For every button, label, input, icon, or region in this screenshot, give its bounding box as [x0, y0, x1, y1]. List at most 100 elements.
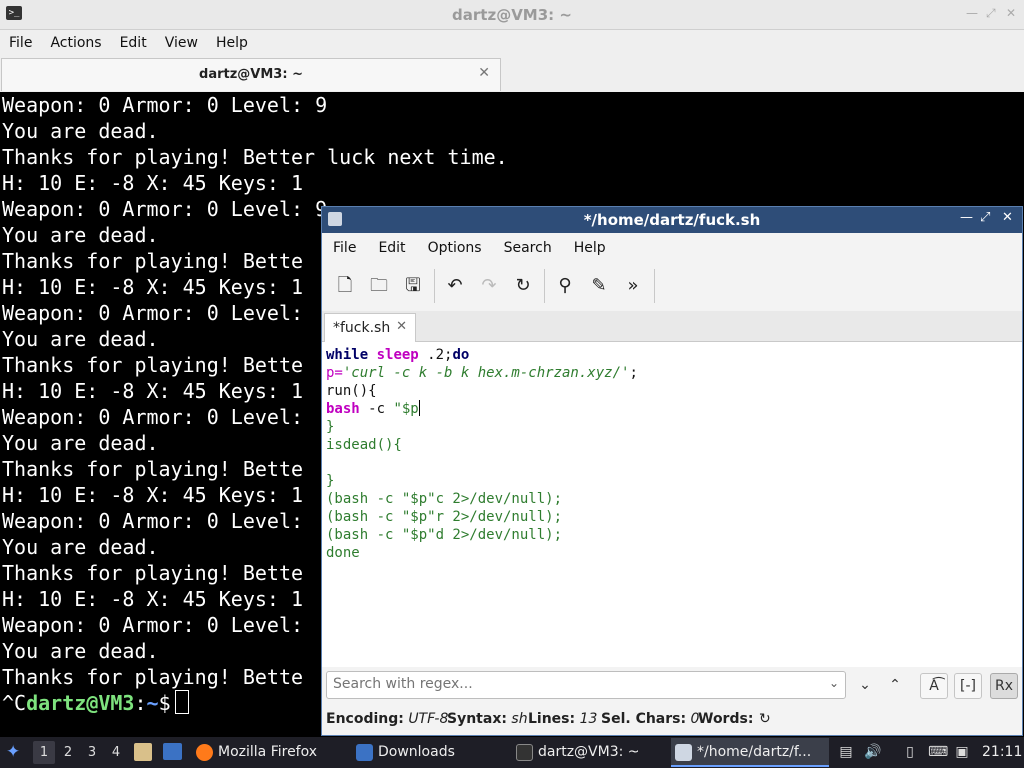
menu-file[interactable]: File — [0, 30, 41, 56]
code-line: } — [326, 473, 335, 489]
terminal-window-title: dartz@VM3: ~ — [452, 6, 572, 24]
menu-edit[interactable]: Edit — [111, 30, 156, 56]
clock[interactable]: 21:11 — [982, 737, 1022, 768]
editor-tab-label: *fuck.sh — [333, 320, 391, 336]
code-line: isdead(){ — [326, 437, 402, 453]
maximize-icon[interactable]: ⤢ — [986, 6, 996, 21]
search-icon[interactable]: ⚲ — [552, 273, 578, 299]
more-icon[interactable]: » — [620, 273, 646, 299]
editor-close-icon[interactable]: ✕ — [1002, 210, 1013, 225]
new-file-icon[interactable]: 🗋 — [332, 273, 358, 299]
terminal-line: You are dead. — [2, 223, 159, 247]
regex-icon[interactable]: Rx — [990, 673, 1018, 699]
terminal-icon — [516, 744, 533, 761]
whole-word-icon[interactable]: [-] — [954, 673, 982, 699]
find-previous-icon[interactable]: ⌃ — [882, 673, 908, 697]
statusbar: Encoding: UTF-8 Syntax: sh Lines: 13 Sel… — [322, 703, 1022, 735]
editor-menu-options[interactable]: Options — [417, 233, 493, 263]
menu-view[interactable]: View — [156, 30, 207, 56]
code-line: (bash -c "$p"r 2>/dev/null); — [326, 509, 563, 525]
reload-icon[interactable]: ↻ — [510, 273, 536, 299]
code-line: (bash -c "$p"d 2>/dev/null); — [326, 527, 563, 543]
undo-icon[interactable]: ↶ — [442, 273, 468, 299]
menu-actions[interactable]: Actions — [41, 30, 110, 56]
editor-tab[interactable]: *fuck.sh ✕ — [324, 313, 416, 343]
clipboard-icon[interactable]: ▤ — [838, 744, 854, 760]
task-label: Mozilla Firefox — [218, 744, 318, 760]
status-words: Words: — [698, 711, 754, 727]
search-input[interactable] — [327, 672, 819, 696]
editor-minimize-icon[interactable]: — — [960, 210, 973, 225]
find-next-icon[interactable]: ⌄ — [852, 673, 878, 697]
terminal-line: Thanks for playing! Bette — [2, 665, 304, 689]
editor-menu-search[interactable]: Search — [493, 233, 563, 263]
task-label: dartz@VM3: ~ — [538, 744, 640, 760]
editor-menu-file[interactable]: File — [322, 233, 367, 263]
task-label: */home/dartz/f... — [697, 744, 812, 760]
terminal-line: Weapon: 0 Armor: 0 Level: 9 — [2, 197, 328, 221]
search-bar: ⌄ ⌄ ⌃ A͡ [-] Rx — [322, 667, 1022, 703]
code-line: } — [326, 419, 335, 435]
terminal-tabbar: dartz@VM3: ~ ✕ — [0, 56, 1024, 93]
task-editor[interactable]: */home/dartz/f... — [671, 738, 829, 767]
prompt-interrupt: ^C — [2, 691, 27, 715]
code-line: while sleep .2;do — [326, 347, 470, 363]
terminal-tab-label: dartz@VM3: ~ — [199, 67, 303, 82]
toolbar-separator — [434, 269, 435, 303]
terminal-line: H: 10 E: -8 X: 45 Keys: 1 — [2, 379, 304, 403]
workspace-4[interactable]: 4 — [105, 741, 127, 764]
terminal-line: You are dead. — [2, 327, 159, 351]
volume-icon[interactable]: 🔊 — [864, 744, 881, 760]
workspace-2[interactable]: 2 — [57, 741, 79, 764]
close-tab-icon[interactable]: ✕ — [396, 319, 407, 334]
prompt-separator: : — [134, 691, 147, 715]
keyboard-icon[interactable]: ⌨ — [928, 744, 948, 760]
replace-icon[interactable]: ✎ — [586, 273, 612, 299]
terminal-line: Weapon: 0 Armor: 0 Level: — [2, 405, 304, 429]
terminal-line: Thanks for playing! Bette — [2, 353, 304, 377]
task-firefox[interactable]: Mozilla Firefox — [192, 738, 368, 767]
editor-window-title: */home/dartz/fuck.sh — [583, 211, 761, 229]
terminal-cursor — [174, 690, 189, 714]
minimize-icon[interactable]: — — [966, 6, 978, 20]
taskbar: ✦ 1 2 3 4 Mozilla Firefox Downloads dart… — [0, 737, 1024, 768]
start-menu-icon[interactable]: ✦ — [6, 737, 20, 768]
chevron-down-icon[interactable]: ⌄ — [829, 676, 839, 690]
terminal-line: You are dead. — [2, 535, 159, 559]
status-lines: Lines: 13 — [528, 711, 598, 727]
save-icon[interactable]: 🖫 — [400, 273, 426, 299]
terminal-line: Thanks for playing! Better luck next tim… — [2, 145, 508, 169]
menu-help[interactable]: Help — [207, 30, 257, 56]
terminal-line: Weapon: 0 Armor: 0 Level: 9 — [2, 93, 328, 117]
terminal-menubar: File Actions Edit View Help — [0, 30, 1024, 56]
terminal-line: Weapon: 0 Armor: 0 Level: — [2, 509, 304, 533]
show-desktop-icon[interactable] — [163, 743, 182, 760]
editor-maximize-icon[interactable]: ⤢ — [980, 210, 990, 225]
redo-icon[interactable]: ↷ — [476, 273, 502, 299]
workspace-1[interactable]: 1 — [33, 741, 55, 764]
workspace-3[interactable]: 3 — [81, 741, 103, 764]
close-icon[interactable]: ✕ — [1006, 6, 1016, 20]
editor-menu-help[interactable]: Help — [563, 233, 617, 263]
editor-menu-edit[interactable]: Edit — [367, 233, 416, 263]
terminal-tab[interactable]: dartz@VM3: ~ ✕ — [1, 58, 501, 91]
open-folder-icon[interactable]: 🗀 — [366, 273, 392, 299]
network-icon[interactable]: ▣ — [954, 744, 970, 760]
folder-icon — [356, 744, 373, 761]
task-downloads[interactable]: Downloads — [352, 738, 528, 767]
close-tab-icon[interactable]: ✕ — [478, 65, 490, 81]
terminal-line: You are dead. — [2, 639, 159, 663]
match-case-icon[interactable]: A͡ — [920, 673, 948, 699]
status-syntax: Syntax: sh — [447, 711, 528, 727]
status-selection: Sel. Chars: 0 — [601, 711, 700, 727]
terminal-line: Thanks for playing! Bette — [2, 249, 304, 273]
code-editor[interactable]: while sleep .2;do p='curl -c k -b k hex.… — [322, 342, 1022, 667]
search-box: ⌄ — [326, 671, 846, 699]
file-manager-launcher-icon[interactable] — [134, 743, 152, 761]
terminal-line: Weapon: 0 Armor: 0 Level: — [2, 613, 304, 637]
refresh-icon[interactable]: ↻ — [759, 711, 771, 727]
task-terminal[interactable]: dartz@VM3: ~ — [512, 738, 688, 767]
notes-icon[interactable]: ▯ — [902, 744, 918, 760]
terminal-line: H: 10 E: -8 X: 45 Keys: 1 — [2, 275, 304, 299]
prompt-symbol: $ — [158, 691, 171, 715]
